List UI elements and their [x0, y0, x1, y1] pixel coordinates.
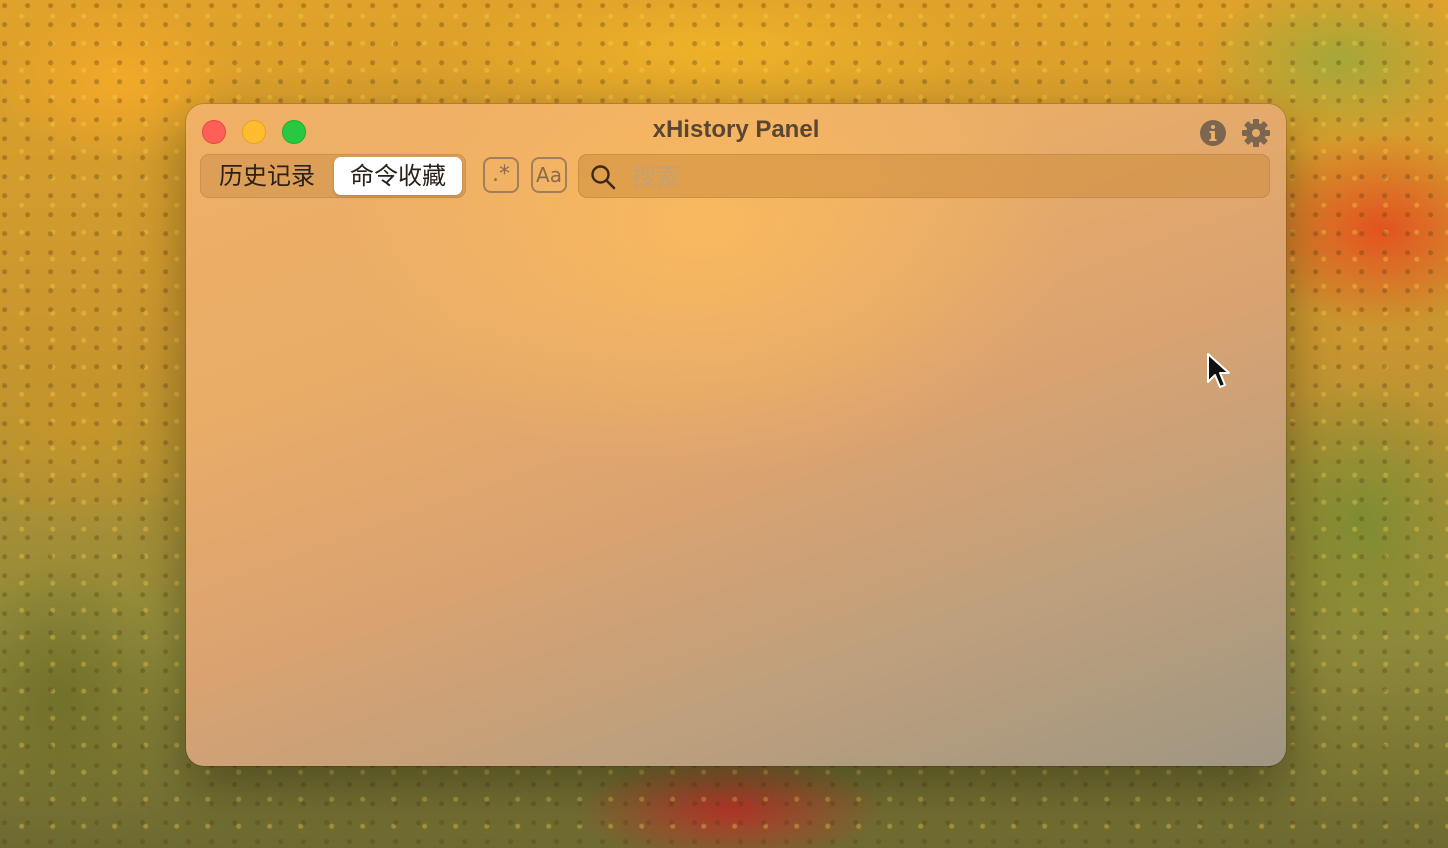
minimize-button[interactable] [242, 120, 266, 144]
search-icon [591, 165, 616, 190]
case-sensitive-toggle-button[interactable]: Aa [531, 157, 567, 193]
regex-toggle-button[interactable]: .* [483, 157, 519, 193]
results-list-area [186, 208, 1286, 766]
xhistory-window: xHistory Panel 历史记录 命令收藏 .* Aa 搜索 [186, 104, 1286, 766]
gear-icon[interactable] [1240, 117, 1272, 149]
search-field[interactable] [578, 154, 1270, 198]
desktop-wallpaper: xHistory Panel 历史记录 命令收藏 .* Aa 搜索 [0, 0, 1448, 848]
mode-segmented-control: 历史记录 命令收藏 [200, 154, 466, 198]
tab-command-favorites[interactable]: 命令收藏 [334, 157, 462, 195]
mouse-pointer-icon [1207, 353, 1230, 388]
info-icon[interactable] [1199, 119, 1227, 147]
search-input[interactable] [630, 159, 1254, 195]
close-button[interactable] [202, 120, 226, 144]
maximize-button[interactable] [282, 120, 306, 144]
tab-history[interactable]: 历史记录 [204, 157, 330, 195]
window-title: xHistory Panel [652, 116, 820, 143]
title-bar[interactable]: xHistory Panel [186, 104, 1286, 154]
